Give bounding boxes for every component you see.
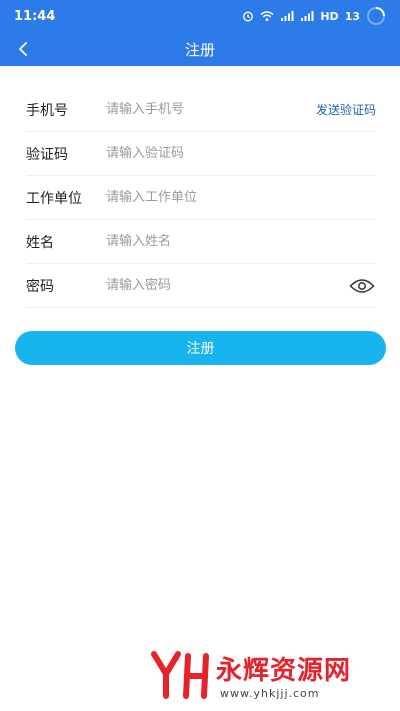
- watermark-url: www.yhkjjj.com: [220, 687, 320, 700]
- password-toggle-button[interactable]: [348, 274, 376, 298]
- password-row: 密码: [26, 264, 376, 308]
- status-time: 11:44: [14, 8, 56, 24]
- network-type: HD: [320, 9, 339, 23]
- phone-label: 手机号: [26, 102, 68, 119]
- status-bar: 11:44 HD 13: [0, 0, 400, 32]
- chevron-left-icon: [19, 42, 27, 56]
- company-input[interactable]: [106, 190, 376, 205]
- password-label: 密码: [26, 278, 54, 295]
- alarm-icon: [242, 10, 254, 22]
- name-row: 姓名: [26, 220, 376, 264]
- phone-input[interactable]: [106, 102, 316, 117]
- company-label: 工作单位: [26, 190, 82, 207]
- name-input[interactable]: [106, 234, 376, 249]
- password-input[interactable]: [106, 278, 348, 293]
- loading-spinner-icon: [366, 6, 386, 26]
- yh-logo-icon: [151, 651, 209, 699]
- register-button[interactable]: 注册: [15, 331, 386, 365]
- watermark: 永辉资源网 www.yhkjjj.com: [150, 646, 386, 706]
- back-button[interactable]: [10, 36, 36, 62]
- watermark-text: 永辉资源网: [216, 656, 352, 686]
- app-header: 注册: [0, 32, 400, 66]
- status-indicators: HD 13: [242, 6, 386, 26]
- company-row: 工作单位: [26, 176, 376, 220]
- code-row: 验证码: [26, 132, 376, 176]
- battery-level: 13: [344, 9, 360, 23]
- eye-icon: [349, 278, 375, 293]
- signal-icon: [280, 10, 294, 22]
- code-input[interactable]: [106, 146, 376, 161]
- name-label: 姓名: [26, 234, 54, 251]
- send-code-button[interactable]: 发送验证码: [316, 101, 376, 118]
- wifi-icon: [260, 10, 274, 22]
- signal-icon: [300, 10, 314, 22]
- code-label: 验证码: [26, 146, 68, 163]
- phone-row: 手机号 发送验证码: [26, 88, 376, 132]
- page-title: 注册: [184, 40, 215, 59]
- register-form: 手机号 发送验证码 验证码 工作单位 姓名 密码: [26, 88, 376, 308]
